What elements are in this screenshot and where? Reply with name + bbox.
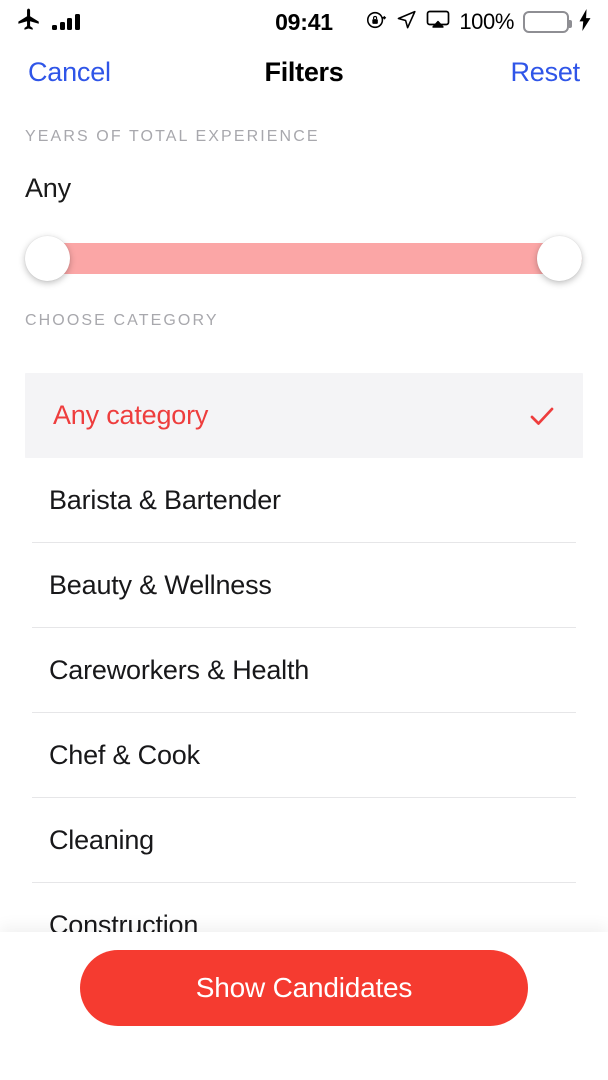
- category-list-item-beauty-wellness[interactable]: Beauty & Wellness: [0, 543, 608, 628]
- battery-icon: [523, 11, 572, 33]
- category-list-item-chef-cook[interactable]: Chef & Cook: [0, 713, 608, 798]
- cancel-button[interactable]: Cancel: [28, 57, 111, 88]
- bottom-action-bar: Show Candidates: [0, 932, 608, 1080]
- show-candidates-button[interactable]: Show Candidates: [80, 950, 528, 1026]
- status-bar-left: [16, 7, 80, 38]
- experience-section: YEARS OF TOTAL EXPERIENCE Any: [0, 128, 608, 288]
- location-arrow-icon: [396, 9, 417, 35]
- category-item-label: Careworkers & Health: [49, 655, 310, 685]
- airplane-icon: [16, 7, 42, 38]
- status-bar-right: 100%: [365, 8, 592, 37]
- category-list[interactable]: Any category Barista & Bartender Beauty …: [0, 373, 608, 968]
- reset-button[interactable]: Reset: [510, 57, 580, 88]
- airplay-icon: [426, 8, 450, 37]
- category-item-label: Beauty & Wellness: [49, 570, 272, 600]
- range-slider-min-thumb[interactable]: [25, 236, 70, 281]
- signal-bars-icon: [52, 14, 80, 30]
- filters-screen: 09:41 100% Cancel Filters Reset YEARS OF…: [0, 0, 608, 1080]
- experience-range-slider[interactable]: [0, 228, 608, 288]
- category-item-label: Cleaning: [49, 825, 154, 855]
- experience-section-header: YEARS OF TOTAL EXPERIENCE: [25, 128, 320, 145]
- category-item-label: Any category: [53, 400, 209, 430]
- battery-percent-label: 100%: [459, 9, 514, 34]
- rotation-lock-icon: [365, 9, 387, 36]
- range-slider-max-thumb[interactable]: [537, 236, 582, 281]
- navigation-bar: Cancel Filters Reset: [0, 44, 608, 100]
- category-section-header: CHOOSE CATEGORY: [25, 312, 219, 329]
- checkmark-icon: [527, 401, 583, 431]
- category-item-label: Barista & Bartender: [49, 485, 281, 515]
- status-bar: 09:41 100%: [0, 0, 608, 44]
- category-list-item-barista-bartender[interactable]: Barista & Bartender: [0, 458, 608, 543]
- experience-value-label: Any: [25, 173, 71, 203]
- category-list-item-any-category[interactable]: Any category: [25, 373, 583, 458]
- category-list-item-careworkers-health[interactable]: Careworkers & Health: [0, 628, 608, 713]
- category-item-label: Chef & Cook: [49, 740, 200, 770]
- range-slider-track[interactable]: [26, 243, 582, 274]
- category-list-item-cleaning[interactable]: Cleaning: [0, 798, 608, 883]
- lightning-bolt-icon: [578, 8, 592, 36]
